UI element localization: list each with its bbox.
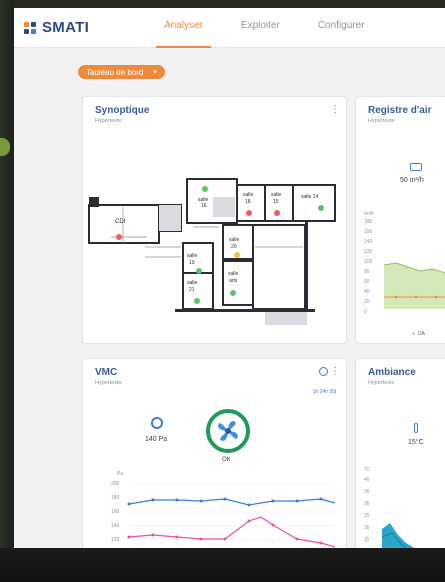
dashboard-label: Tableau de bord: [86, 67, 144, 77]
status-dot-salle-15: [274, 210, 280, 216]
svg-text:20: 20: [231, 244, 237, 250]
app-screen: SMATI Analyser Exploiter Configurer Tabl…: [14, 8, 445, 550]
svg-text:19: 19: [189, 260, 195, 266]
synoptique-card: Synoptique Hypertexte ⋮ CDI salle 16 sal…: [82, 96, 347, 344]
status-dot-salle-14: [318, 205, 324, 211]
registre-legend: ● DA: [412, 331, 425, 337]
vmc-card: VMC Hypertexte ⋮ 1h 24h 30j 140 Pa OK Pa…: [82, 358, 347, 550]
status-dot-salle-18: [246, 210, 252, 216]
status-dot-salle-21: [194, 298, 200, 304]
app-logo[interactable]: SMATI: [24, 19, 89, 36]
room-label-salle-21: salle: [187, 280, 198, 286]
svg-text:21: 21: [189, 287, 195, 293]
svg-text:15: 15: [273, 199, 279, 205]
room-label-salle-18: salle: [243, 192, 254, 198]
svg-text:arts: arts: [229, 278, 238, 284]
room-label-salle-14: salle 14: [301, 194, 318, 200]
floor-plan: CDI salle 16 salle 18 salle 15 salle 14 …: [88, 178, 336, 325]
svg-text:16: 16: [201, 203, 207, 209]
room-label-salle-19: salle: [187, 253, 198, 259]
main-nav: Analyser Exploiter Configurer: [154, 8, 393, 48]
device-bezel-left: [0, 0, 14, 560]
room-label-salle-15: salle: [271, 192, 282, 198]
room-label-cdi: CDI: [115, 219, 126, 225]
logo-icon: [24, 21, 38, 34]
registre-card: Registre d'air Hypertexte 50 m³/h m³/h 1…: [355, 96, 445, 344]
registre-chart: [383, 262, 445, 309]
status-dot-cdi: [116, 234, 122, 240]
tab-configurer[interactable]: Configurer: [308, 8, 375, 48]
tab-analyser[interactable]: Analyser: [154, 8, 213, 48]
device-bezel-bottom: [0, 548, 445, 582]
status-dot-salle-20: [234, 252, 240, 258]
tab-exploiter[interactable]: Exploiter: [231, 8, 290, 48]
top-navigation-bar: SMATI Analyser Exploiter Configurer: [14, 8, 445, 48]
ambiance-chart: [381, 523, 419, 550]
dashboard-selector[interactable]: Tableau de bord ▾: [78, 65, 165, 79]
status-dot-salle-19: [196, 268, 202, 274]
room-label-salle-20: salle: [229, 237, 240, 243]
vmc-chart: [127, 483, 336, 548]
status-dot-salle-arts: [230, 290, 236, 296]
logo-text: SMATI: [42, 19, 90, 36]
svg-text:18: 18: [245, 199, 251, 205]
ambiance-card: Ambiance Hypertexte 15°C °C 40 35 30 25 …: [355, 358, 445, 550]
room-label-salle-arts: salle: [228, 271, 239, 277]
chevron-down-icon: ▾: [153, 69, 157, 76]
status-dot-salle-16: [202, 186, 208, 192]
